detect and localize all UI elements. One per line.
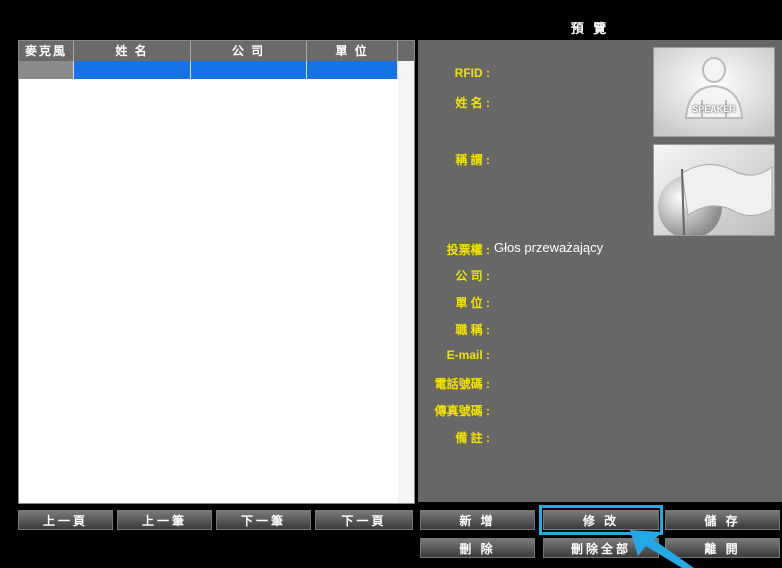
speaker-silhouette-icon: [654, 48, 774, 136]
top-bar: [0, 10, 782, 40]
rfid-label: RFID :: [454, 66, 490, 80]
preview-title: 預 覽: [570, 21, 610, 36]
name-label: 姓 名 :: [455, 96, 490, 110]
vote-label: 投票權 :: [446, 243, 490, 257]
row-cell-unit[interactable]: [307, 61, 398, 79]
delete-button[interactable]: 刪 除: [420, 538, 535, 558]
speaker-photo[interactable]: SPEAKER: [653, 47, 775, 137]
table-row[interactable]: [19, 61, 398, 79]
note-label: 備 註 :: [455, 431, 490, 445]
row-cell-microphone[interactable]: [19, 61, 74, 79]
preview-panel: RFID : 姓 名 : 稱 謂 : 投票權 : Głos przeważają…: [418, 40, 782, 502]
next-record-button[interactable]: 下一筆: [216, 510, 311, 530]
pointer-arrow-icon: [630, 530, 694, 568]
speaker-label: SPEAKER: [692, 104, 736, 114]
attendee-list[interactable]: 麥克風 姓 名 公 司 單 位: [18, 40, 415, 504]
email-label: E-mail :: [446, 348, 490, 362]
company-label: 公 司 :: [455, 269, 490, 283]
column-header-microphone[interactable]: 麥克風: [19, 41, 74, 61]
phone-label: 電話號碼 :: [434, 377, 490, 391]
unit-label: 單 位 :: [455, 296, 490, 310]
flag-photo[interactable]: [653, 144, 775, 236]
fax-label: 傳真號碼 :: [434, 404, 490, 418]
column-header-company[interactable]: 公 司: [191, 41, 307, 61]
list-scrollbar[interactable]: [398, 61, 414, 503]
add-button[interactable]: 新 增: [420, 510, 535, 530]
save-button[interactable]: 儲 存: [665, 510, 780, 530]
next-page-button[interactable]: 下一頁: [315, 510, 413, 530]
title-label: 稱 謂 :: [455, 153, 490, 167]
flag-icon: [654, 145, 774, 235]
row-cell-company[interactable]: [191, 61, 307, 79]
jobtitle-label: 職 稱 :: [455, 323, 490, 337]
column-header-name[interactable]: 姓 名: [74, 41, 191, 61]
list-header: 麥克風 姓 名 公 司 單 位: [19, 41, 414, 61]
row-cell-name[interactable]: [74, 61, 191, 79]
prev-record-button[interactable]: 上一筆: [117, 510, 212, 530]
column-header-unit[interactable]: 單 位: [307, 41, 398, 61]
prev-page-button[interactable]: 上一頁: [18, 510, 113, 530]
vote-value: Głos przeważający: [494, 240, 604, 255]
